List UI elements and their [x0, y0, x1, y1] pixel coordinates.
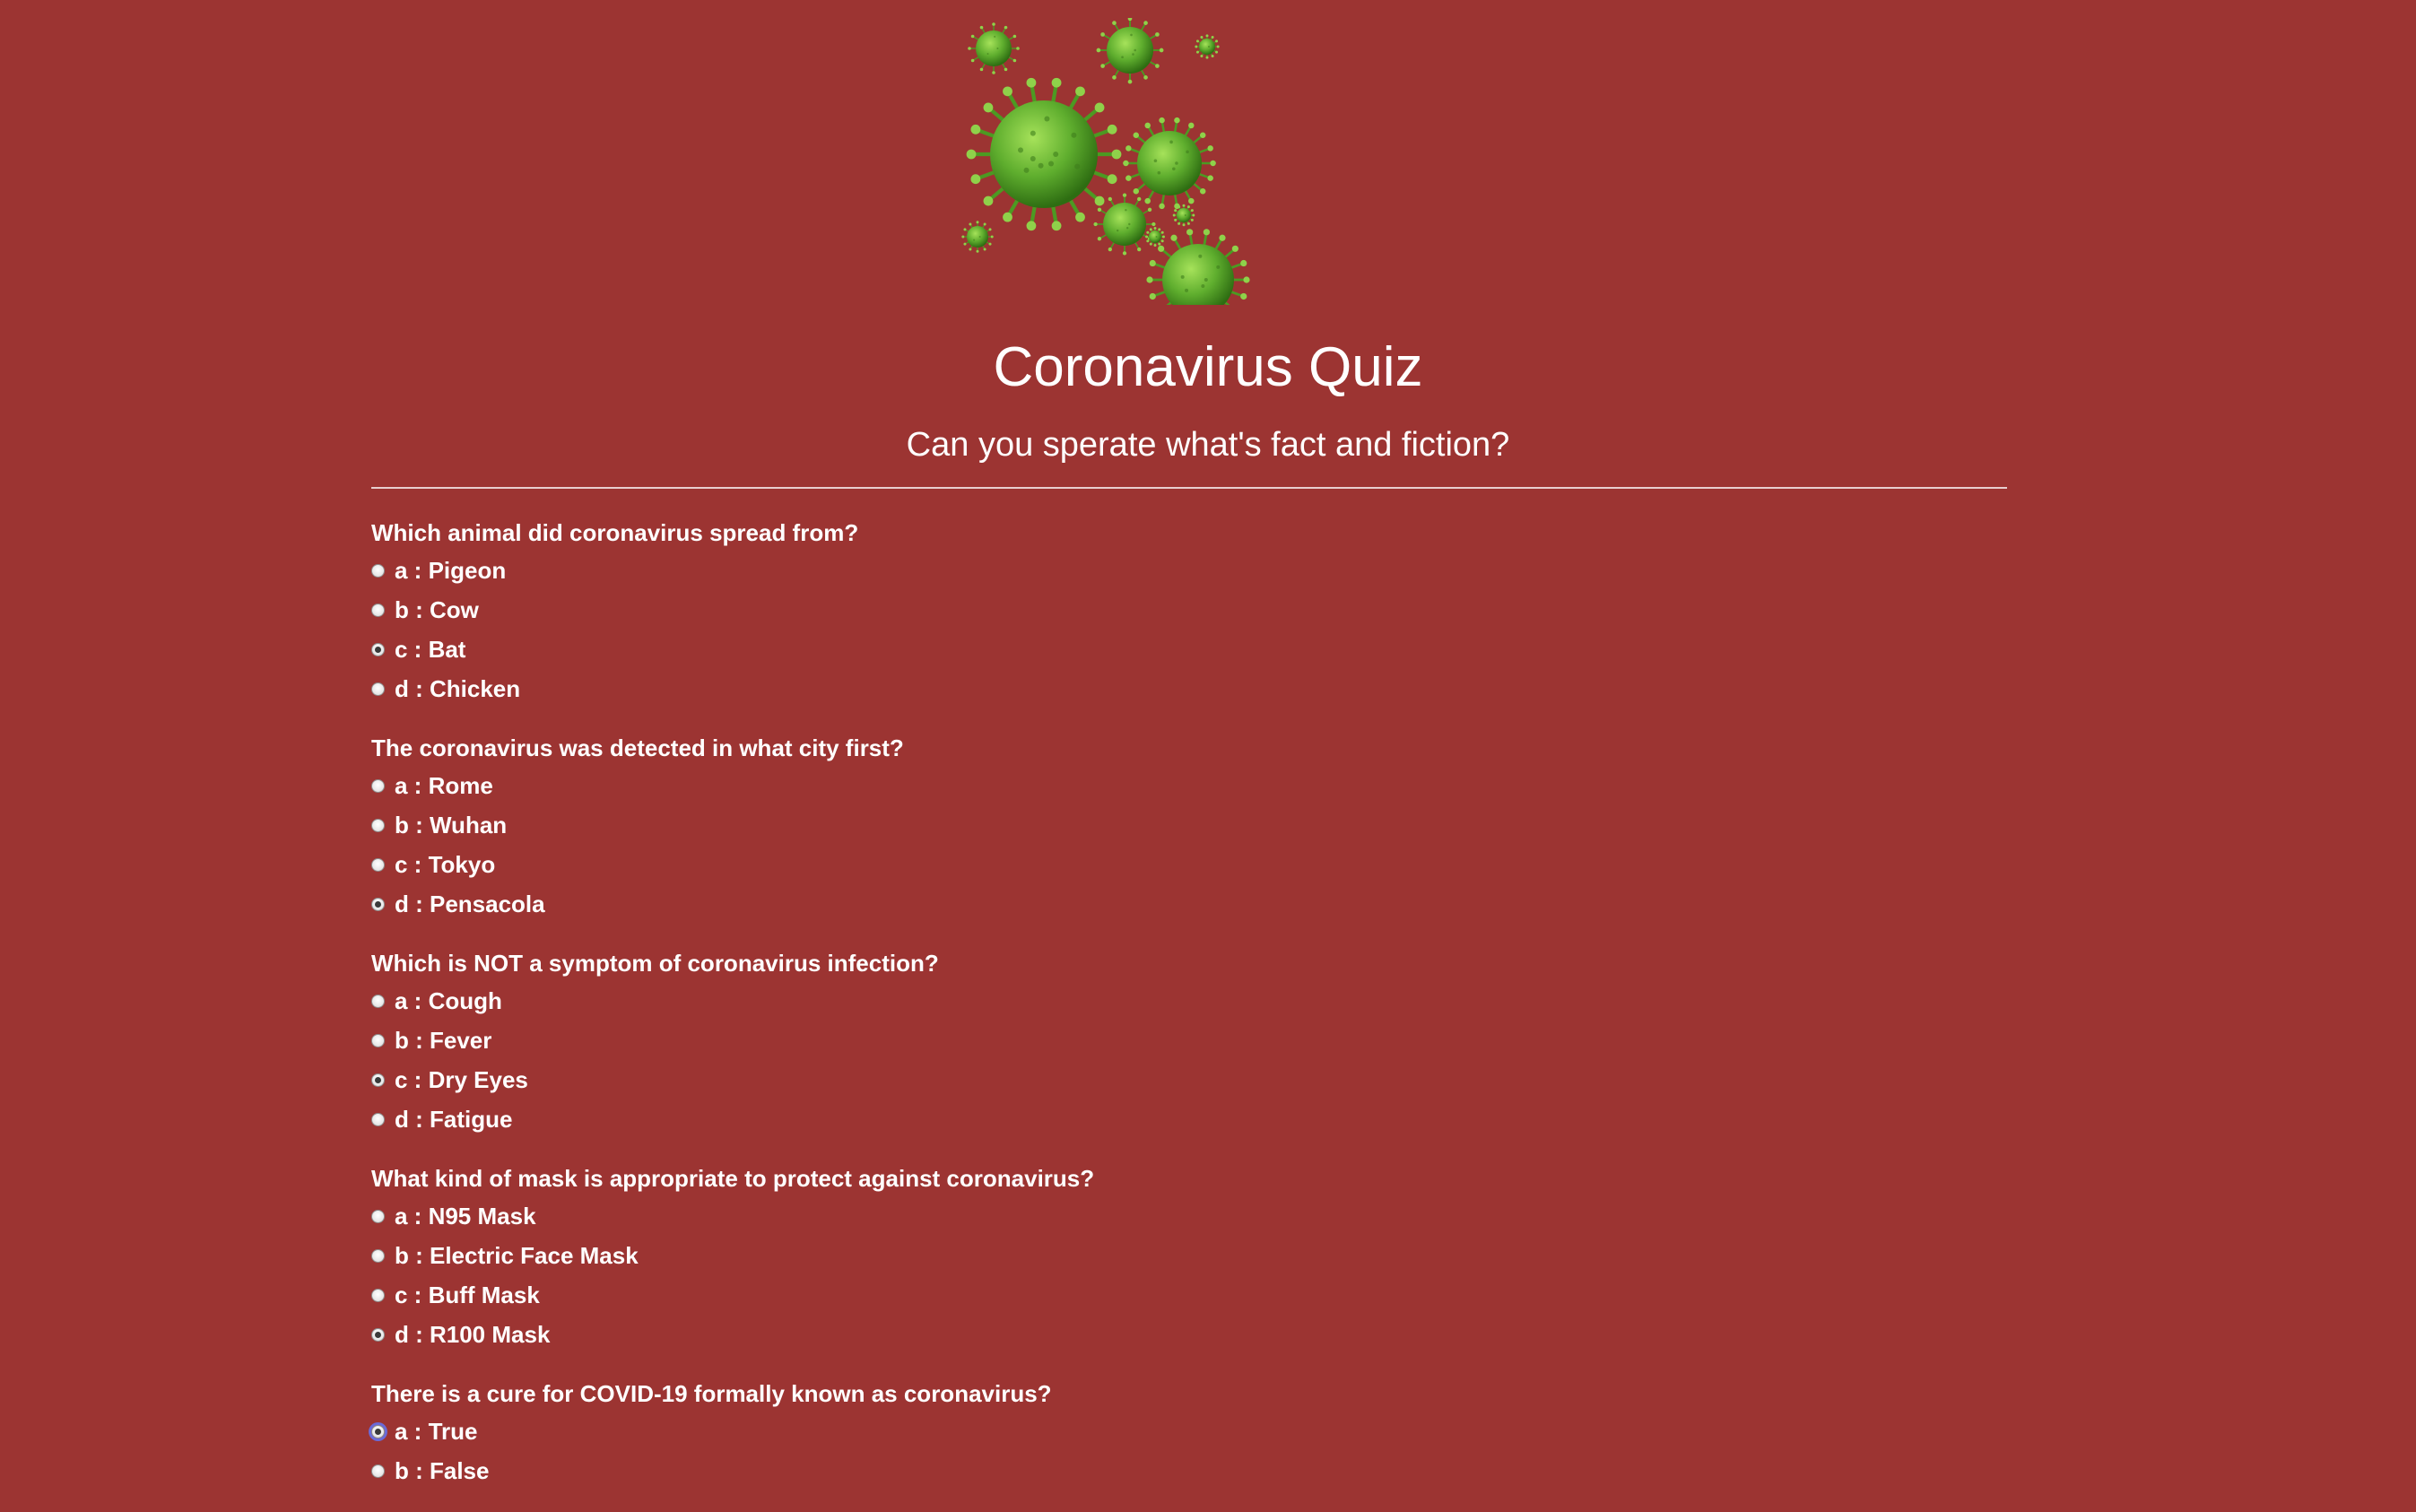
- option-label: c : Buff Mask: [395, 1281, 540, 1308]
- answer-option-2b[interactable]: b : Wuhan: [371, 805, 2007, 845]
- divider: [371, 487, 2007, 489]
- radio-button[interactable]: [371, 857, 385, 872]
- radio-button[interactable]: [371, 1288, 385, 1302]
- answer-option-4b[interactable]: b : Electric Face Mask: [371, 1236, 2007, 1275]
- question-2: The coronavirus was detected in what cit…: [371, 730, 2007, 924]
- answer-option-4a[interactable]: a : N95 Mask: [371, 1196, 2007, 1236]
- answer-option-3c[interactable]: c : Dry Eyes: [371, 1060, 2007, 1099]
- radio-button[interactable]: [371, 642, 385, 656]
- question-text: There is a cure for COVID-19 formally kn…: [371, 1380, 1052, 1407]
- radio-button[interactable]: [371, 994, 385, 1008]
- option-label: c : Tokyo: [395, 850, 496, 878]
- answer-option-3d[interactable]: d : Fatigue: [371, 1099, 2007, 1139]
- virus-icon: [961, 16, 1250, 331]
- answer-option-1c[interactable]: c : Bat: [371, 630, 2007, 669]
- question-4: What kind of mask is appropriate to prot…: [371, 1160, 2007, 1354]
- radio-button[interactable]: [371, 1327, 385, 1342]
- page-subtitle: Can you sperate what's fact and fiction?: [906, 426, 1510, 464]
- option-label: b : Electric Face Mask: [395, 1241, 639, 1269]
- answer-option-5b[interactable]: b : False: [371, 1451, 2007, 1490]
- radio-button[interactable]: [371, 1424, 385, 1438]
- option-label: a : True: [395, 1417, 478, 1445]
- radio-button[interactable]: [371, 1073, 385, 1087]
- option-label: b : Wuhan: [395, 811, 508, 839]
- option-label: a : Rome: [395, 771, 493, 799]
- option-label: d : Chicken: [395, 674, 521, 702]
- answer-option-3a[interactable]: a : Cough: [371, 981, 2007, 1021]
- radio-button[interactable]: [371, 682, 385, 696]
- radio-button[interactable]: [371, 1464, 385, 1478]
- page-title: Coronavirus Quiz: [993, 336, 1423, 398]
- radio-button[interactable]: [371, 603, 385, 617]
- option-label: b : Cow: [395, 595, 479, 623]
- question-text: Which is NOT a symptom of coronavirus in…: [371, 950, 939, 977]
- radio-button[interactable]: [371, 1112, 385, 1126]
- radio-button[interactable]: [371, 818, 385, 832]
- option-label: a : Pigeon: [395, 556, 507, 584]
- radio-button[interactable]: [371, 1248, 385, 1263]
- question-text: What kind of mask is appropriate to prot…: [371, 1165, 1095, 1192]
- virus-illustration: [951, 16, 1256, 331]
- option-label: c : Dry Eyes: [395, 1065, 528, 1093]
- option-label: d : R100 Mask: [395, 1320, 551, 1348]
- question-text: The coronavirus was detected in what cit…: [371, 734, 904, 761]
- question-1: Which animal did coronavirus spread from…: [371, 515, 2007, 708]
- option-label: a : N95 Mask: [395, 1202, 536, 1230]
- answer-option-2a[interactable]: a : Rome: [371, 766, 2007, 805]
- option-label: b : Fever: [395, 1026, 492, 1054]
- answer-option-1a[interactable]: a : Pigeon: [371, 551, 2007, 590]
- answer-option-1b[interactable]: b : Cow: [371, 590, 2007, 630]
- option-label: c : Bat: [395, 635, 466, 663]
- answer-option-2c[interactable]: c : Tokyo: [371, 845, 2007, 884]
- radio-button[interactable]: [371, 1209, 385, 1223]
- option-label: d : Fatigue: [395, 1105, 513, 1133]
- quiz-form: Which animal did coronavirus spread from…: [371, 515, 2007, 1512]
- option-label: b : False: [395, 1456, 490, 1484]
- answer-option-4d[interactable]: d : R100 Mask: [371, 1315, 2007, 1354]
- question-5: There is a cure for COVID-19 formally kn…: [371, 1376, 2007, 1490]
- radio-button[interactable]: [371, 778, 385, 793]
- answer-option-2d[interactable]: d : Pensacola: [371, 884, 2007, 924]
- question-3: Which is NOT a symptom of coronavirus in…: [371, 945, 2007, 1139]
- option-label: a : Cough: [395, 986, 502, 1014]
- radio-button[interactable]: [371, 563, 385, 578]
- question-text: Which animal did coronavirus spread from…: [371, 519, 859, 546]
- radio-button[interactable]: [371, 897, 385, 911]
- answer-option-1d[interactable]: d : Chicken: [371, 669, 2007, 708]
- answer-option-4c[interactable]: c : Buff Mask: [371, 1275, 2007, 1315]
- option-label: d : Pensacola: [395, 890, 545, 917]
- radio-button[interactable]: [371, 1033, 385, 1047]
- answer-option-5a[interactable]: a : True: [371, 1412, 2007, 1451]
- answer-option-3b[interactable]: b : Fever: [371, 1021, 2007, 1060]
